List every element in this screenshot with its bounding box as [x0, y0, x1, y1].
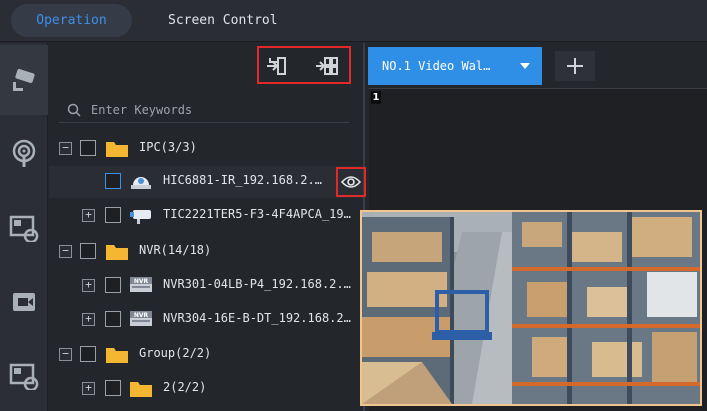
video-wall-icon	[9, 215, 39, 242]
expand-toggle[interactable]: +	[82, 313, 95, 326]
tree-node-group[interactable]: − Group(2/2)	[49, 339, 363, 371]
checkbox[interactable]	[105, 173, 121, 189]
checkbox[interactable]	[80, 346, 96, 362]
folder-icon	[106, 142, 128, 157]
folder-icon	[106, 245, 128, 260]
tab-label: NO.1 Video Wal…	[382, 59, 491, 73]
tab-operation[interactable]: Operation	[11, 4, 132, 37]
video-wall-tab-bar: NO.1 Video Wal…	[367, 43, 707, 87]
tree-node-ipc[interactable]: − IPC(3/3)	[49, 133, 363, 165]
device-tree-panel: − IPC(3/3) HIC6881-IR_192.168.2.… + TIC2…	[49, 43, 366, 411]
tab-video-wall-1[interactable]: NO.1 Video Wal…	[368, 47, 542, 85]
tree-node-label: Group(2/2)	[139, 346, 212, 360]
side-rail	[0, 43, 48, 411]
checkbox[interactable]	[105, 207, 121, 223]
tree-node-label: NVR301-04LB-P4_192.168.2.…	[163, 277, 351, 291]
preview-button[interactable]	[336, 167, 366, 197]
tree-node-ipc-child-1[interactable]: HIC6881-IR_192.168.2.…	[49, 166, 366, 198]
dome-camera-icon	[131, 177, 151, 189]
tree-node-label: NVR304-16E-B-DT_192.168.2…	[163, 311, 351, 325]
eye-icon	[341, 176, 361, 188]
layout-icon	[9, 363, 39, 390]
collapse-toggle[interactable]: −	[59, 142, 72, 155]
tree-node-label: IPC(3/3)	[139, 140, 197, 154]
checkbox[interactable]	[105, 311, 121, 327]
folder-icon	[106, 348, 128, 363]
expand-toggle[interactable]: +	[82, 382, 95, 395]
rail-item-video-wall[interactable]	[0, 193, 48, 263]
warehouse-video-image	[362, 212, 700, 404]
screen-number: 1	[371, 91, 381, 104]
search-icon	[67, 103, 81, 117]
playback-icon	[13, 293, 35, 311]
tab-screen-control[interactable]: Screen Control	[144, 4, 302, 37]
toolbar-highlight	[257, 46, 351, 84]
alarm-icon	[12, 139, 36, 167]
expand-toggle[interactable]: +	[82, 279, 95, 292]
checkbox[interactable]	[80, 140, 96, 156]
tree-node-group-child-1[interactable]: + 2(2/2)	[49, 373, 363, 405]
rail-item-playback[interactable]	[0, 267, 48, 337]
add-to-wall-button[interactable]	[315, 56, 338, 76]
nvr-badge-text: NVR	[134, 278, 149, 285]
collapse-toggle[interactable]: −	[59, 348, 72, 361]
top-bar: Operation Screen Control	[0, 0, 707, 42]
tree-node-label: HIC6881-IR_192.168.2.…	[163, 173, 322, 187]
tree-node-label: NVR(14/18)	[139, 243, 212, 257]
expand-toggle[interactable]: +	[82, 209, 95, 222]
nvr-badge-text: NVR	[134, 312, 149, 319]
tree-node-nvr[interactable]: − NVR(14/18)	[49, 236, 363, 268]
video-preview-window[interactable]	[360, 210, 702, 406]
folder-icon	[130, 382, 152, 397]
collapse-toggle[interactable]: −	[59, 245, 72, 258]
tree-node-label: 2(2/2)	[163, 380, 207, 394]
search-input[interactable]	[91, 100, 341, 120]
import-icon	[267, 57, 286, 75]
tree-node-label: TIC2221TER5-F3-4F4APCA_19…	[163, 207, 351, 221]
bullet-camera-icon	[130, 210, 151, 224]
nvr-icon: NVR	[130, 277, 152, 292]
add-wall-button[interactable]	[555, 51, 595, 81]
checkbox[interactable]	[105, 380, 121, 396]
rail-item-layout[interactable]	[0, 341, 48, 411]
search-bar	[59, 97, 349, 123]
rail-item-alarm[interactable]	[0, 119, 48, 189]
checkbox[interactable]	[105, 277, 121, 293]
tree-node-nvr-child-2[interactable]: + NVR NVR304-16E-B-DT_192.168.2…	[49, 304, 363, 336]
nvr-icon: NVR	[130, 311, 152, 326]
add-to-wall-icon	[316, 57, 338, 75]
chevron-down-icon[interactable]	[520, 63, 530, 69]
tree-node-nvr-child-1[interactable]: + NVR NVR301-04LB-P4_192.168.2.…	[49, 270, 363, 302]
checkbox[interactable]	[80, 243, 96, 259]
rail-item-camera[interactable]	[0, 45, 48, 115]
camera-icon	[13, 68, 35, 91]
import-button[interactable]	[265, 56, 287, 76]
plus-icon	[567, 58, 583, 74]
tree-node-ipc-child-2[interactable]: + TIC2221TER5-F3-4F4APCA_19…	[49, 200, 363, 232]
